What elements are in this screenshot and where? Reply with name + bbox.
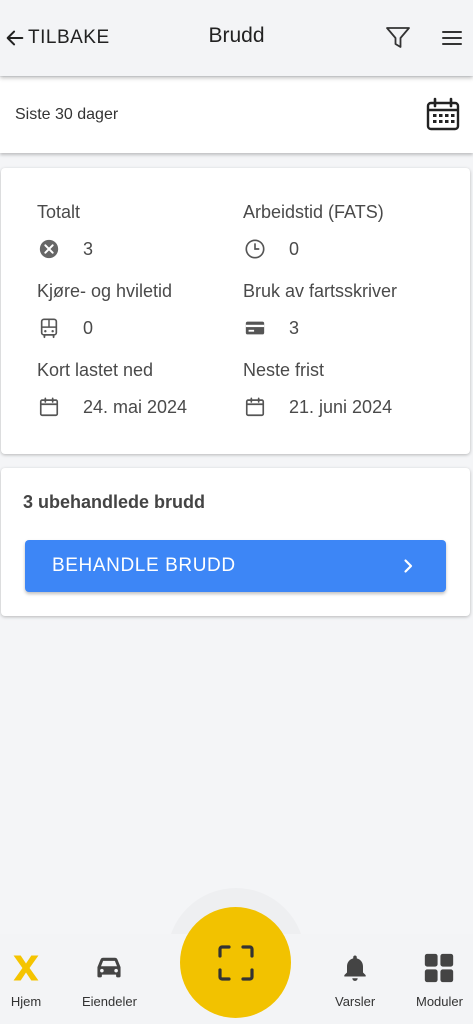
nav-modules-label: Moduler: [416, 994, 463, 1009]
nav-home-label: Hjem: [10, 994, 42, 1009]
stat-total-label: Totalt: [37, 202, 81, 222]
stat-working-time: Arbeidstid (FATS) 0: [243, 202, 384, 261]
stat-next-deadline-value: 21. juni 2024: [289, 396, 393, 417]
stat-total-value: 3: [83, 238, 94, 259]
stat-working-time-label: Arbeidstid (FATS): [243, 202, 384, 222]
period-bar: Siste 30 dager: [0, 77, 473, 153]
back-button[interactable]: TILBAKE: [4, 24, 110, 52]
chevron-right-icon: [404, 559, 413, 573]
stat-driving-rest: Kjøre- og hviletid 0: [37, 281, 172, 340]
stat-driving-rest-label: Kjøre- og hviletid: [37, 281, 173, 301]
handle-violations-label: BEHANDLE BRUDD: [52, 555, 236, 576]
stat-driving-rest-value: 0: [83, 317, 94, 338]
nav-alerts-label: Varsler: [335, 994, 376, 1009]
calendar-grid-icon[interactable]: [425, 97, 461, 133]
arrow-left-icon: [6, 30, 24, 46]
nav-modules[interactable]: Moduler: [416, 950, 463, 1009]
car-icon: [91, 950, 127, 986]
nav-assets[interactable]: Eiendeler: [82, 950, 137, 1009]
scan-frame-icon: [217, 944, 254, 981]
bus-icon: [37, 316, 61, 340]
stat-tachograph-use: Bruk av fartsskriver 3: [243, 281, 397, 340]
handle-violations-button[interactable]: BEHANDLE BRUDD: [25, 540, 446, 592]
stat-card-downloaded-value: 24. mai 2024: [83, 396, 188, 417]
card-icon: [243, 316, 267, 340]
stat-tachograph-use-value: 3: [289, 317, 300, 338]
nav-assets-label: Eiendeler: [82, 994, 137, 1009]
calendar-icon: [37, 395, 61, 419]
cancel-circle-icon: [37, 237, 61, 261]
grid-icon: [421, 950, 457, 986]
bell-icon: [337, 950, 373, 986]
violations-card: 3 ubehandlede brudd BEHANDLE BRUDD: [1, 468, 470, 616]
nav-home[interactable]: Hjem: [8, 950, 44, 1009]
stat-next-deadline-label: Neste frist: [243, 360, 325, 380]
stat-card-downloaded: Kort lastet ned 24. mai 2024: [37, 360, 187, 419]
menu-icon[interactable]: [440, 26, 464, 50]
stat-next-deadline: Neste frist 21. juni 2024: [243, 360, 392, 419]
nav-alerts[interactable]: Varsler: [335, 950, 375, 1009]
logo-x-icon: [8, 950, 44, 986]
stat-total: Totalt 3: [37, 202, 93, 261]
period-label: Siste 30 dager: [15, 106, 119, 123]
back-label: TILBAKE: [28, 27, 110, 48]
unhandled-violations-count: 3 ubehandlede brudd: [23, 492, 206, 512]
filter-icon[interactable]: [384, 24, 412, 52]
app-header: TILBAKE Brudd: [0, 0, 473, 76]
stat-tachograph-use-label: Bruk av fartsskriver: [243, 281, 398, 301]
clock-icon: [243, 237, 267, 261]
scan-button[interactable]: [180, 907, 291, 1018]
calendar-icon: [243, 395, 267, 419]
stat-card-downloaded-label: Kort lastet ned: [37, 360, 154, 380]
summary-card: Totalt 3 Arbeidstid (FATS) 0 Kjøre- og h…: [1, 168, 470, 454]
stat-working-time-value: 0: [289, 238, 300, 259]
